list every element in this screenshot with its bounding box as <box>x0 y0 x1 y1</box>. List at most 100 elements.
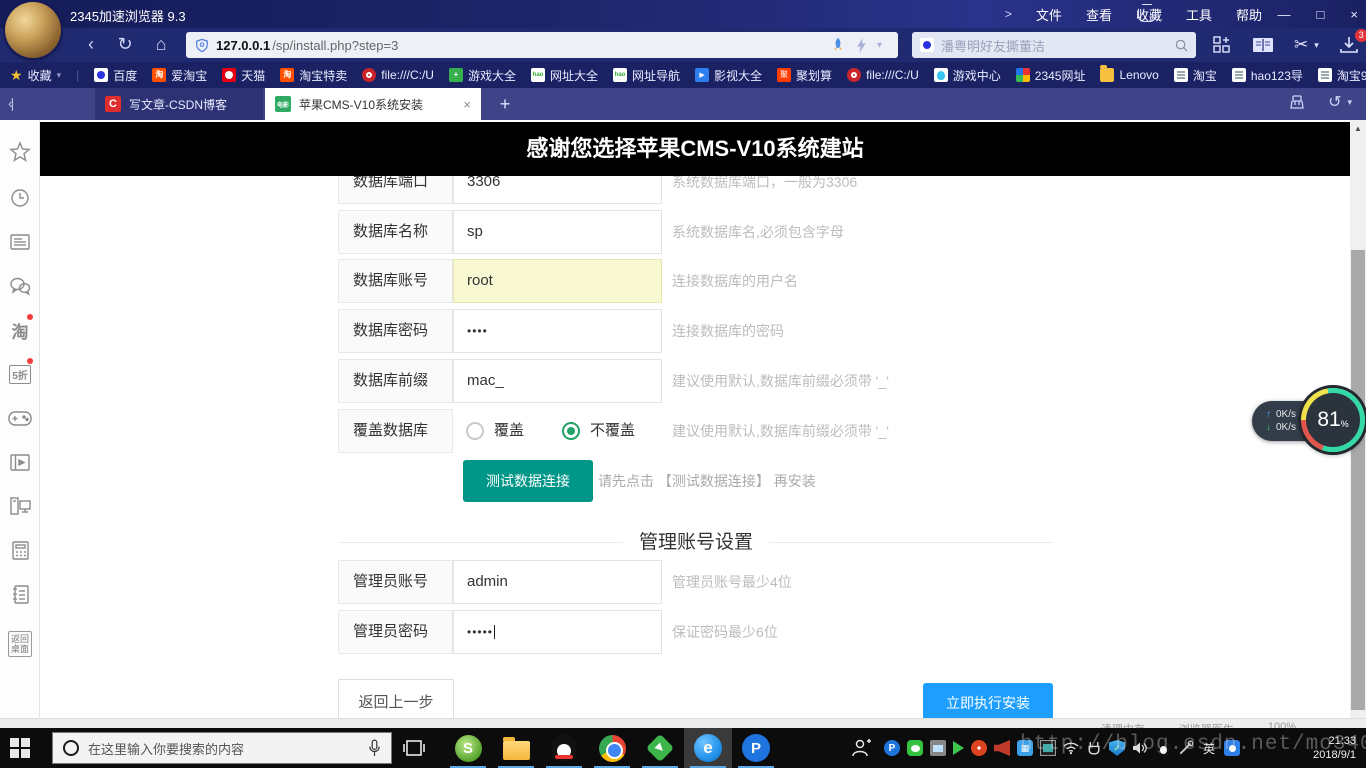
taskbar-app-chrome[interactable] <box>588 728 636 768</box>
tray-pp-icon[interactable]: P <box>884 740 900 756</box>
boost-lightning-icon[interactable] <box>856 38 867 53</box>
close-button[interactable]: × <box>1350 7 1358 22</box>
radio-overwrite[interactable] <box>466 422 484 440</box>
db-prefix-input[interactable]: mac_ <box>453 359 662 403</box>
tray-plug-icon[interactable] <box>1086 740 1102 756</box>
menu-view[interactable]: 查看 <box>1086 5 1112 24</box>
menu-expand-icon[interactable]: > <box>1005 7 1012 21</box>
radio-keep-selected[interactable] <box>562 422 580 440</box>
tray-wechat-icon[interactable] <box>907 740 923 756</box>
db-name-input[interactable]: sp <box>453 210 662 254</box>
taskbar-app-media[interactable]: S <box>444 728 492 768</box>
sidebar-calculator[interactable] <box>0 530 40 570</box>
tray-red-speaker-icon[interactable] <box>994 740 1010 756</box>
menu-file[interactable]: 文件 <box>1036 5 1062 24</box>
menu-help[interactable]: 帮助 <box>1236 5 1262 24</box>
sidebar-taobao[interactable]: 淘 <box>0 310 40 350</box>
bookmark-item[interactable]: ▶影视大全 <box>695 67 762 84</box>
home-button[interactable]: ⌂ <box>148 31 174 57</box>
new-tab-button[interactable]: + <box>492 92 518 116</box>
install-now-button[interactable]: 立即执行安装 <box>923 683 1053 723</box>
restore-dropdown-icon[interactable]: ▾ <box>1347 97 1352 108</box>
bookmark-item[interactable]: 淘爱淘宝 <box>152 67 207 84</box>
search-box[interactable]: 潘粤明好友撕董洁 <box>912 32 1196 58</box>
start-button[interactable] <box>10 738 30 758</box>
sidebar-news[interactable] <box>0 222 40 262</box>
bookmark-item[interactable]: Lenovo <box>1100 68 1158 82</box>
taskbar-app-pp[interactable]: P <box>732 728 780 768</box>
search-keyword[interactable]: 潘粤明好友撕董洁 <box>941 36 1168 55</box>
test-connection-button[interactable]: 测试数据连接 <box>463 460 593 502</box>
sidebar-wechat[interactable] <box>0 266 40 306</box>
address-bar[interactable]: 127.0.0.1/sp/install.php?step=3 <box>186 32 898 58</box>
admin-password-input[interactable]: ••••• <box>453 610 662 654</box>
search-icon[interactable] <box>1175 39 1188 52</box>
taskbar-app-qq[interactable] <box>540 728 588 768</box>
bookmark-item[interactable]: hao网址导航 <box>613 67 680 84</box>
tray-volume-icon[interactable] <box>1132 740 1148 756</box>
tab-csdn[interactable]: C 写文章-CSDN博客 <box>95 88 263 120</box>
taskbar-search-placeholder[interactable]: 在这里输入你要搜索的内容 <box>88 739 359 758</box>
scroll-up-icon[interactable]: ▲ <box>1350 124 1366 133</box>
bookmark-item[interactable]: 淘宝 <box>1174 67 1217 84</box>
sidebar-games[interactable] <box>0 398 40 438</box>
radio-overwrite-label[interactable]: 覆盖 <box>494 409 524 453</box>
tray-contact-icon[interactable] <box>1224 740 1240 756</box>
tray-qq-icon[interactable] <box>1155 740 1171 756</box>
tray-blue-app-icon[interactable]: ▦ <box>1017 740 1033 756</box>
cleaner-broom-icon[interactable] <box>1288 93 1306 111</box>
taskbar-app-explorer[interactable] <box>492 728 540 768</box>
tray-player-icon[interactable] <box>953 741 964 755</box>
taskbar-clock[interactable]: 21:33 2018/9/1 <box>1290 734 1356 762</box>
back-button[interactable]: ‹ <box>78 31 104 57</box>
bookmark-item[interactable]: hao网址大全 <box>531 67 598 84</box>
maximize-button[interactable]: □ <box>1317 7 1325 22</box>
taskbar-app-2345-browser-active[interactable]: e <box>684 728 732 768</box>
screenshot-scissors-icon[interactable]: ✂ <box>1294 35 1308 55</box>
status-clean-memory[interactable]: 清理内存 <box>1101 721 1145 728</box>
status-zoom-level[interactable]: 100% <box>1268 721 1296 728</box>
tray-ime-language[interactable]: 英 <box>1201 740 1217 756</box>
taskbar-app-green-diamond[interactable] <box>636 728 684 768</box>
bookmark-item[interactable]: 淘淘宝特卖 <box>280 67 347 84</box>
tab-close-icon[interactable]: × <box>463 97 471 112</box>
tray-pc-manager-icon[interactable]: ✓ <box>1109 740 1125 756</box>
radio-keep-label[interactable]: 不覆盖 <box>590 409 635 453</box>
tray-remote-desktop-icon[interactable] <box>930 740 946 756</box>
minimize-button[interactable]: — <box>1278 7 1291 22</box>
sidebar-notes[interactable] <box>0 574 40 614</box>
scrollbar-thumb[interactable] <box>1351 250 1365 710</box>
bookmark-item[interactable]: hao123导 <box>1232 67 1303 84</box>
tray-red-flower-icon[interactable] <box>971 740 987 756</box>
tray-wifi-icon[interactable] <box>1063 740 1079 756</box>
bookmark-item[interactable]: 聚聚划算 <box>777 67 832 84</box>
status-browser-doctor[interactable]: 浏览器医生 <box>1179 721 1234 728</box>
speed-rocket-icon[interactable] <box>830 37 846 53</box>
bookmark-item[interactable]: file:///C:/U <box>362 68 434 82</box>
apps-grid-icon[interactable] <box>1212 35 1232 55</box>
task-view-icon[interactable] <box>402 736 426 760</box>
taskbar-search-box[interactable]: 在这里输入你要搜索的内容 <box>52 732 392 764</box>
boost-dropdown-icon[interactable]: ▾ <box>877 40 882 51</box>
tab-cms-install-active[interactable]: 电影 苹果CMS-V10系统安装 × <box>265 88 481 120</box>
db-user-input[interactable]: root <box>453 259 662 303</box>
browser-avatar[interactable] <box>5 2 61 58</box>
sidebar-history[interactable] <box>0 178 40 218</box>
download-manager-icon[interactable]: 3 <box>1339 36 1359 54</box>
bookmark-item[interactable]: 天猫 <box>222 67 265 84</box>
sidebar-video[interactable] <box>0 442 40 482</box>
screenshot-dropdown-icon[interactable]: ▾ <box>1314 40 1319 51</box>
people-icon[interactable] <box>848 736 872 760</box>
microphone-icon[interactable] <box>368 739 381 757</box>
skin-theme-icon[interactable] <box>1138 4 1156 22</box>
memory-gauge[interactable]: 81% <box>1301 388 1365 452</box>
bookmark-item[interactable]: 2345网址 <box>1016 67 1086 84</box>
sidebar-back-to-desktop[interactable]: 返回桌面 <box>0 624 40 664</box>
admin-user-input[interactable]: admin <box>453 560 662 604</box>
favorites-menu[interactable]: ★ 收藏 ▾ <box>10 67 61 84</box>
bookmark-item[interactable]: 游戏中心 <box>934 67 1001 84</box>
db-password-input[interactable]: •••• <box>453 309 662 353</box>
sidebar-computer[interactable] <box>0 486 40 526</box>
refresh-button[interactable]: ↻ <box>112 31 138 57</box>
bookmark-item[interactable]: +游戏大全 <box>449 67 516 84</box>
